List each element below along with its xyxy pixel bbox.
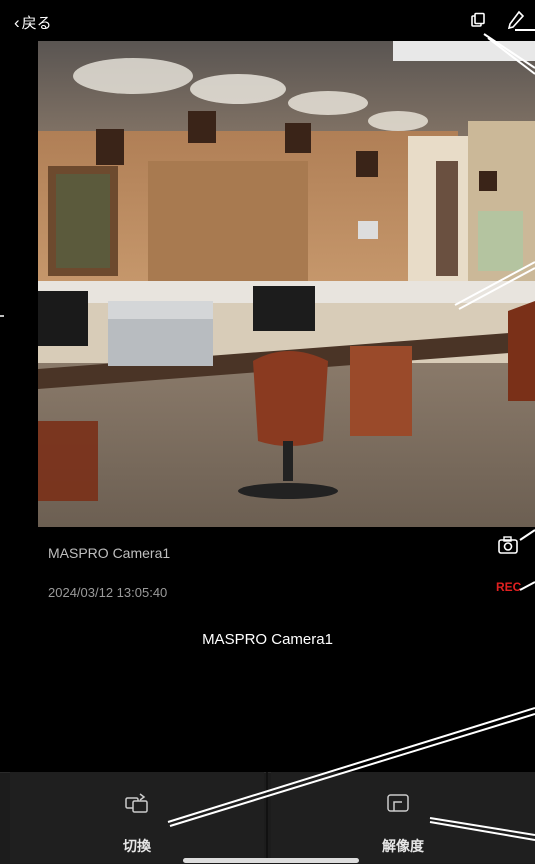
resolution-label: 解像度 xyxy=(382,838,424,854)
switch-label: 切換 xyxy=(123,838,151,854)
pencil-icon[interactable] xyxy=(506,10,526,32)
switch-button[interactable]: 切換 xyxy=(10,772,264,863)
live-camera-view[interactable] xyxy=(38,41,535,527)
snapshot-camera-icon[interactable] xyxy=(497,535,519,555)
chevron-left-icon: ‹ xyxy=(14,13,20,32)
rec-button[interactable]: REC xyxy=(496,580,521,594)
copy-icon[interactable] xyxy=(470,12,486,28)
home-indicator xyxy=(183,858,359,863)
back-button[interactable]: ‹ 戻る xyxy=(14,12,52,33)
back-label: 戻る xyxy=(21,15,52,32)
switch-camera-icon xyxy=(125,793,148,813)
resolution-button[interactable]: 解像度 xyxy=(271,772,535,863)
timestamp: 2024/03/12 13:05:40 xyxy=(48,585,168,600)
top-bar: ‹ 戻る xyxy=(0,0,535,42)
resolution-icon xyxy=(387,794,409,812)
camera-name: MASPRO Camera1 xyxy=(48,545,171,561)
button-divider xyxy=(266,772,268,863)
camera-title: MASPRO Camera1 xyxy=(202,631,333,648)
